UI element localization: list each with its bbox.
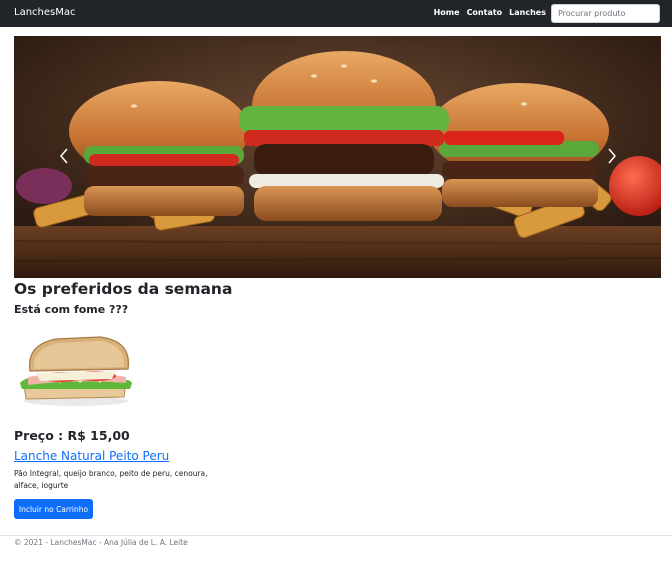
footer-text: © 2021 - LanchesMac - Ana Júlia de L. A.… [14,538,188,547]
section-subtitle: Está com fome ??? [14,303,129,316]
section-title: Os preferidos da semana [14,280,233,298]
search-input[interactable] [551,4,660,23]
sandwich-photo [20,336,132,406]
product-description: Pão Integral, queijo branco, peito de pe… [14,469,208,490]
navbar: LanchesMac Home Contato Lanches [0,0,672,27]
nav-links: Home Contato Lanches [434,8,546,17]
footer-divider [0,535,672,536]
carousel-next-icon[interactable] [602,141,622,171]
carousel [14,36,661,278]
carousel-prev-icon[interactable] [54,141,74,171]
product-price: Preço : R$ 15,00 [14,428,130,443]
burgers-photo [14,36,661,278]
add-to-cart-button[interactable]: Incluir no Carrinho [14,499,93,519]
nav-link-contato[interactable]: Contato [467,8,503,17]
nav-link-lanches[interactable]: Lanches [509,8,546,17]
brand-logo[interactable]: LanchesMac [14,7,76,18]
nav-link-home[interactable]: Home [434,8,460,17]
product-name-link[interactable]: Lanche Natural Peito Peru [14,449,169,463]
